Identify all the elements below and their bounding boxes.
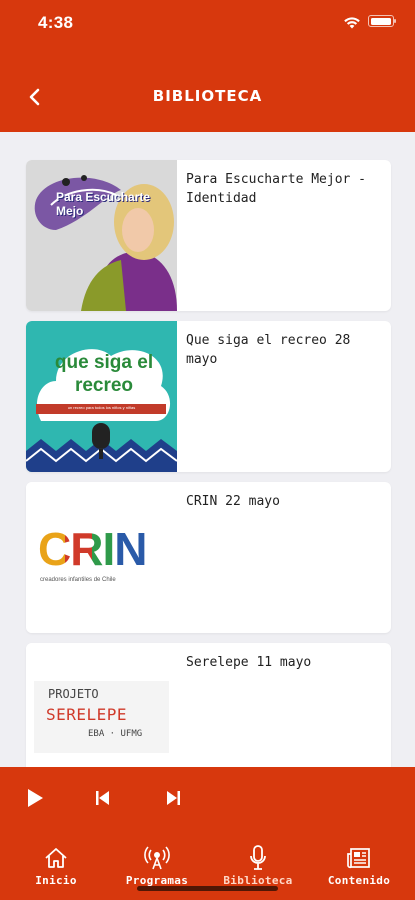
home-indicator	[137, 886, 278, 891]
home-icon	[45, 848, 67, 868]
next-button[interactable]	[158, 783, 188, 813]
battery-icon	[368, 15, 396, 27]
cover-image: Para Escucharte Mejo	[26, 160, 177, 311]
item-title: Serelepe 11 mayo	[186, 655, 312, 670]
status-bar: 4:38	[0, 0, 415, 50]
cover-art-subtext: creadores infantiles de Chile	[40, 577, 116, 583]
top-bar: 4:38 BIBLIOTECA	[0, 0, 415, 132]
play-icon	[28, 789, 43, 807]
player-bar	[0, 767, 415, 838]
cover-image: CRIN creadores infantiles de Chile	[26, 482, 177, 633]
previous-button[interactable]	[88, 783, 118, 813]
skip-forward-icon	[167, 791, 180, 805]
cover-art-title: SERELEPE	[46, 705, 128, 724]
cover-art-subtext: EBA · UFMG	[88, 729, 143, 739]
item-title: CRIN 22 mayo	[186, 494, 280, 509]
cover-art-subtext: un recreo para todos los niños y niñas	[67, 405, 136, 410]
newspaper-icon	[347, 848, 370, 869]
wifi-icon	[344, 17, 360, 29]
cover-art-text: PROJETO	[48, 687, 99, 701]
cover-art-text: que siga el recreo	[54, 352, 154, 396]
library-item[interactable]: que siga el recreo un recreo para todos …	[26, 321, 391, 472]
item-title: Para Escucharte Mejor - Identidad	[186, 172, 367, 206]
library-item[interactable]: Para Escucharte Mejo Para Escucharte Mej…	[26, 160, 391, 311]
tab-label: Inicio	[35, 874, 77, 887]
cover-art-text: CRIN	[38, 523, 147, 575]
skip-back-icon	[96, 791, 109, 805]
tab-contenido[interactable]: Contenido	[307, 844, 411, 894]
page-title: BIBLIOTECA	[152, 87, 263, 105]
tab-label: Contenido	[327, 874, 391, 887]
library-list: Para Escucharte Mejo Para Escucharte Mej…	[26, 160, 391, 804]
play-button[interactable]	[20, 783, 50, 813]
library-item[interactable]: CRIN creadores infantiles de Chile CRIN …	[26, 482, 391, 633]
radio-icon	[144, 846, 170, 870]
status-time: 4:38	[38, 13, 74, 32]
item-title: Que siga el recreo 28 mayo	[186, 333, 351, 367]
tab-inicio[interactable]: Inicio	[4, 844, 108, 894]
microphone-icon	[250, 845, 266, 870]
cover-image: que siga el recreo un recreo para todos …	[26, 321, 177, 472]
cover-art-text: Para Escucharte Mejo	[56, 190, 151, 218]
